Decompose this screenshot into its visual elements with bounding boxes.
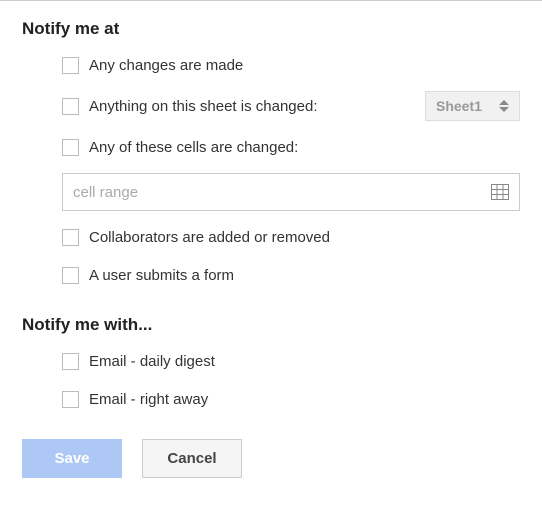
option-cells-changed: Any of these cells are changed: bbox=[62, 135, 520, 159]
button-row: Save Cancel bbox=[22, 439, 520, 478]
grid-icon[interactable] bbox=[491, 184, 509, 200]
notify-with-section: Notify me with... Email - daily digest E… bbox=[22, 315, 520, 411]
checkbox-sheet-changed[interactable] bbox=[62, 98, 79, 115]
notify-at-header: Notify me at bbox=[22, 19, 520, 39]
checkbox-daily-digest[interactable] bbox=[62, 353, 79, 370]
label-sheet-changed: Anything on this sheet is changed: bbox=[89, 98, 318, 115]
save-button[interactable]: Save bbox=[22, 439, 122, 478]
label-right-away: Email - right away bbox=[89, 391, 208, 408]
option-sheet-changed: Anything on this sheet is changed: Sheet… bbox=[62, 91, 520, 121]
cell-range-row bbox=[62, 173, 520, 211]
option-right-away: Email - right away bbox=[62, 387, 520, 411]
sort-icon bbox=[499, 100, 509, 112]
option-collaborators: Collaborators are added or removed bbox=[62, 225, 520, 249]
sheet-select-value: Sheet1 bbox=[436, 98, 482, 114]
checkbox-any-changes[interactable] bbox=[62, 57, 79, 74]
notify-with-header: Notify me with... bbox=[22, 315, 520, 335]
option-form-submit: A user submits a form bbox=[62, 263, 520, 287]
cell-range-input[interactable] bbox=[73, 184, 491, 201]
label-form-submit: A user submits a form bbox=[89, 267, 234, 284]
cancel-button[interactable]: Cancel bbox=[142, 439, 242, 478]
label-any-changes: Any changes are made bbox=[89, 57, 243, 74]
label-collaborators: Collaborators are added or removed bbox=[89, 229, 330, 246]
checkbox-cells-changed[interactable] bbox=[62, 139, 79, 156]
checkbox-collaborators[interactable] bbox=[62, 229, 79, 246]
cell-range-wrapper bbox=[62, 173, 520, 211]
sheet-select[interactable]: Sheet1 bbox=[425, 91, 520, 121]
notify-at-section: Notify me at Any changes are made Anythi… bbox=[22, 19, 520, 287]
option-any-changes: Any changes are made bbox=[62, 53, 520, 77]
checkbox-form-submit[interactable] bbox=[62, 267, 79, 284]
option-daily-digest: Email - daily digest bbox=[62, 349, 520, 373]
label-cells-changed: Any of these cells are changed: bbox=[89, 139, 298, 156]
label-daily-digest: Email - daily digest bbox=[89, 353, 215, 370]
checkbox-right-away[interactable] bbox=[62, 391, 79, 408]
